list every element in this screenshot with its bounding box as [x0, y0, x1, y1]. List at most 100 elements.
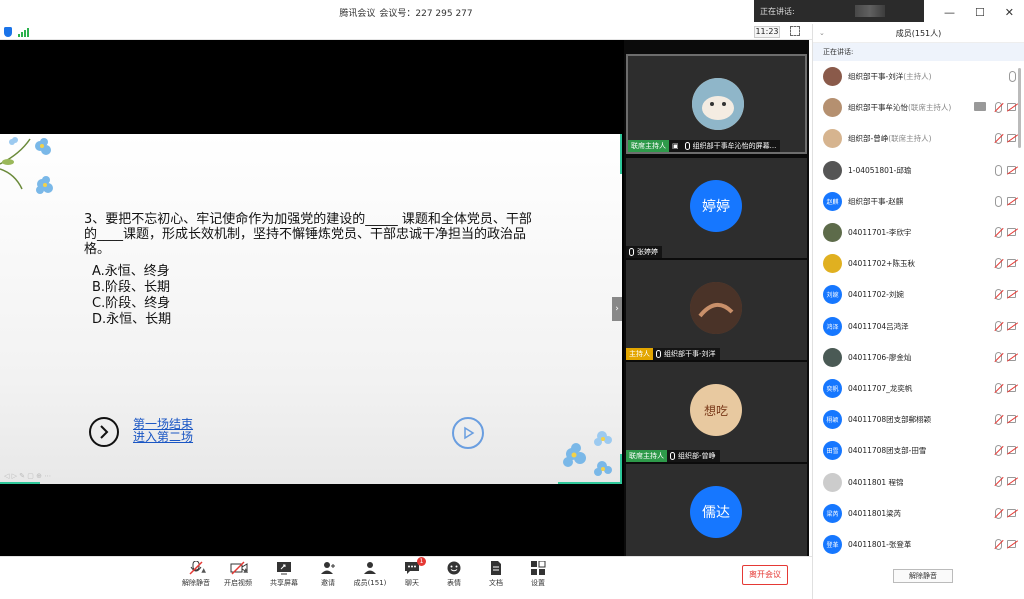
camera-off-icon[interactable] [1007, 415, 1016, 424]
docs-button[interactable]: 文档 [476, 561, 516, 588]
camera-off-icon[interactable] [1007, 227, 1016, 236]
camera-off-icon[interactable] [1007, 321, 1016, 330]
camera-off-icon[interactable] [1007, 352, 1016, 361]
camera-off-icon[interactable] [1007, 196, 1016, 205]
mic-muted-icon[interactable] [995, 476, 1002, 488]
member-name-wrap: 04011707_龙奕帆 [848, 383, 912, 394]
member-row[interactable]: 梁芮 04011801梁芮 [813, 498, 1024, 529]
camera-off-icon[interactable] [1007, 508, 1016, 517]
camera-off-icon[interactable] [1007, 134, 1016, 143]
member-row[interactable]: 组织部干事牟沁怡(联席主持人) [813, 92, 1024, 123]
share-screen-button[interactable]: 共享屏幕 [264, 561, 304, 588]
member-row[interactable]: 赵麒 组织部干事-赵麒 [813, 186, 1024, 217]
collapse-video-button[interactable]: › [612, 297, 622, 321]
next-arrow-icon[interactable] [89, 417, 119, 447]
member-row[interactable]: 04011706-廖金灿 [813, 342, 1024, 373]
camera-off-icon[interactable] [1007, 103, 1016, 112]
mic-icon[interactable] [1009, 71, 1016, 82]
camera-off-icon[interactable] [1007, 165, 1016, 174]
camera-off-icon[interactable] [1007, 539, 1016, 548]
member-row[interactable]: 04011701-李欣宇 [813, 217, 1024, 248]
mic-muted-icon[interactable] [995, 102, 1002, 114]
signal-icon[interactable] [18, 27, 29, 37]
mic-muted-icon[interactable] [995, 258, 1002, 270]
avatar [690, 282, 742, 334]
video-tile[interactable]: 想吃 联席主持人 组织部-曾峥 [626, 362, 807, 462]
mic-muted-icon[interactable] [995, 445, 1002, 457]
chevron-down-icon[interactable]: ⌄ [819, 24, 825, 43]
mic-muted-icon[interactable] [995, 538, 1002, 550]
chevron-up-icon[interactable]: ▲ [243, 567, 248, 574]
mic-muted-icon[interactable] [995, 289, 1002, 301]
camera-off-icon[interactable] [1007, 259, 1016, 268]
avatar-text: 婷婷 [702, 199, 730, 215]
members-button[interactable]: 成员(151) [350, 561, 390, 588]
slide-mini-toolbar[interactable]: ◁ ▷ ✎ ▢ ⊕ ⋯ [4, 472, 51, 480]
video-tile[interactable]: 儒达 [626, 464, 807, 556]
chevron-up-icon[interactable]: ▲ [201, 567, 206, 574]
mic-muted-icon[interactable] [995, 226, 1002, 238]
mic-muted-icon[interactable] [995, 414, 1002, 426]
member-row[interactable]: 奕帆 04011707_龙奕帆 [813, 373, 1024, 404]
host-badge: 主持人 [626, 348, 653, 360]
member-row[interactable]: 1-04051801-邱瑜 [813, 155, 1024, 186]
members-panel: ⌄ 成员(151人) 正在讲话: 组织部干事-刘洋(主持人) 组织部干事牟沁怡(联… [812, 24, 1024, 599]
settings-label: 设置 [531, 579, 545, 587]
camera-off-icon[interactable] [1007, 383, 1016, 392]
avatar [823, 254, 842, 274]
avatar: 栩颖 [823, 410, 842, 430]
avatar: 梁芮 [823, 503, 842, 523]
video-tile[interactable]: 联席主持人 ▣ 组织部干事牟沁怡的屏幕... [626, 54, 807, 154]
member-row[interactable]: 鸿泽 04011704吕鸿泽 [813, 311, 1024, 342]
member-row[interactable]: 刘婉 04011702-刘婉 [813, 279, 1024, 310]
option-a: A.永恒、终身 [92, 264, 170, 279]
camera-off-icon[interactable] [1007, 477, 1016, 486]
member-row[interactable]: 登革 04011801-张登革 [813, 529, 1024, 560]
camera-off-icon[interactable] [1007, 446, 1016, 455]
maximize-button[interactable]: ☐ [975, 6, 985, 19]
mic-muted-icon[interactable] [995, 133, 1002, 145]
leave-meeting-button[interactable]: 离开会议 [742, 565, 788, 585]
member-row[interactable]: 组织部-曾峥(联席主持人) [813, 123, 1024, 154]
member-list-scrollbar[interactable] [1018, 68, 1021, 148]
minimize-button[interactable]: — [944, 6, 955, 19]
tile-name: 组织部-曾峥 [678, 452, 716, 460]
avatar: 刘婉 [823, 285, 842, 305]
mic-icon[interactable] [995, 164, 1002, 176]
video-tile[interactable]: 婷婷 张婷婷 [626, 158, 807, 258]
camera-off-icon[interactable] [1007, 290, 1016, 299]
shield-icon[interactable] [4, 27, 12, 37]
member-row[interactable]: 04011702+陈玉秋 [813, 248, 1024, 279]
close-button[interactable]: ✕ [1005, 6, 1014, 19]
member-row[interactable]: 04011801 程锦 [813, 466, 1024, 497]
unmute-button[interactable]: ▲ 解除静音 [176, 560, 216, 588]
enter-round-two-link[interactable]: 进入第二场 [133, 431, 193, 444]
mic-icon[interactable] [995, 195, 1002, 207]
settings-button[interactable]: 设置 [518, 560, 558, 588]
member-name: 04011704吕鸿泽 [848, 321, 909, 331]
speaking-now: 正在讲话: [813, 43, 1024, 61]
slide-accent-bar-bottom [0, 482, 40, 484]
start-video-button[interactable]: ▲ 开启视频 [218, 561, 258, 588]
member-name-wrap: 04011702-刘婉 [848, 289, 904, 300]
member-row[interactable]: 栩颖 04011708团支部郵栩颖 [813, 404, 1024, 435]
mic-muted-icon[interactable] [995, 320, 1002, 332]
panel-header: ⌄ 成员(151人) [813, 24, 1024, 43]
mic-muted-icon[interactable] [995, 507, 1002, 519]
video-tile[interactable]: 主持人 组织部干事-刘洋 [626, 260, 807, 360]
chat-button[interactable]: 1 聊天 [392, 557, 432, 588]
invite-button[interactable]: 邀请 [308, 561, 348, 588]
option-d: D.永恒、长期 [92, 312, 172, 327]
member-name: 04011707_龙奕帆 [848, 383, 913, 393]
mic-muted-icon[interactable] [995, 351, 1002, 363]
member-row[interactable]: 组织部干事-刘洋(主持人) [813, 61, 1024, 92]
chat-icon: 1 [404, 557, 426, 575]
mic-muted-icon[interactable] [995, 382, 1002, 394]
members-icon [362, 561, 378, 575]
meeting-toolbar: ▲ 解除静音 ▲ 开启视频 共享屏幕 邀请 成员(151) 1 聊天 表情 文档… [0, 556, 812, 599]
fullscreen-icon[interactable] [790, 26, 800, 36]
play-icon[interactable] [452, 417, 484, 449]
unmute-all-button[interactable]: 解除静音 [893, 569, 953, 583]
member-row[interactable]: 田雪 04011708团支部-田雪 [813, 435, 1024, 466]
emoji-button[interactable]: 表情 [434, 561, 474, 588]
